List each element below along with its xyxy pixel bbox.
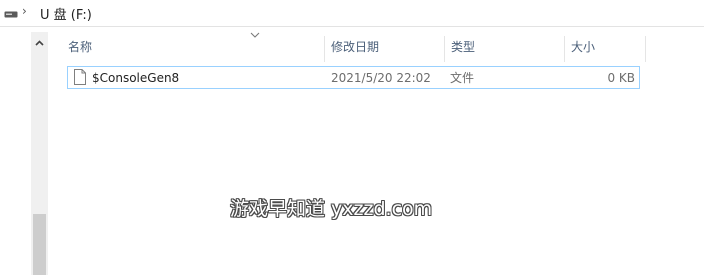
file-type: 文件 bbox=[450, 71, 475, 85]
column-header-row: 名称 修改日期 类型 大小 bbox=[62, 30, 646, 62]
watermark: 游戏早知道 yxzzd.com bbox=[230, 198, 433, 220]
drive-icon bbox=[4, 11, 18, 18]
column-header-name[interactable]: 名称 bbox=[62, 30, 324, 62]
scrollbar-thumb[interactable] bbox=[33, 214, 46, 275]
column-header-size[interactable]: 大小 bbox=[565, 30, 645, 62]
vertical-scrollbar[interactable] bbox=[31, 32, 48, 275]
file-name[interactable]: $ConsoleGen8 bbox=[92, 67, 179, 88]
column-header-date-modified[interactable]: 修改日期 bbox=[325, 30, 444, 62]
column-header-type[interactable]: 类型 bbox=[445, 30, 564, 62]
file-row[interactable]: $ConsoleGen8 2021/5/20 22:02 文件 0 KB bbox=[67, 66, 640, 89]
column-divider[interactable] bbox=[645, 36, 646, 62]
scroll-up-button[interactable] bbox=[31, 32, 48, 54]
file-date-modified: 2021/5/20 22:02 bbox=[331, 71, 431, 85]
chevron-up-icon bbox=[35, 40, 44, 46]
file-size: 0 KB bbox=[607, 71, 635, 85]
breadcrumb-current-location[interactable]: U 盘 (F:) bbox=[40, 4, 92, 23]
file-icon bbox=[74, 69, 86, 85]
address-bar[interactable]: › U 盘 (F:) bbox=[0, 0, 704, 27]
breadcrumb-separator[interactable]: › bbox=[22, 4, 27, 18]
